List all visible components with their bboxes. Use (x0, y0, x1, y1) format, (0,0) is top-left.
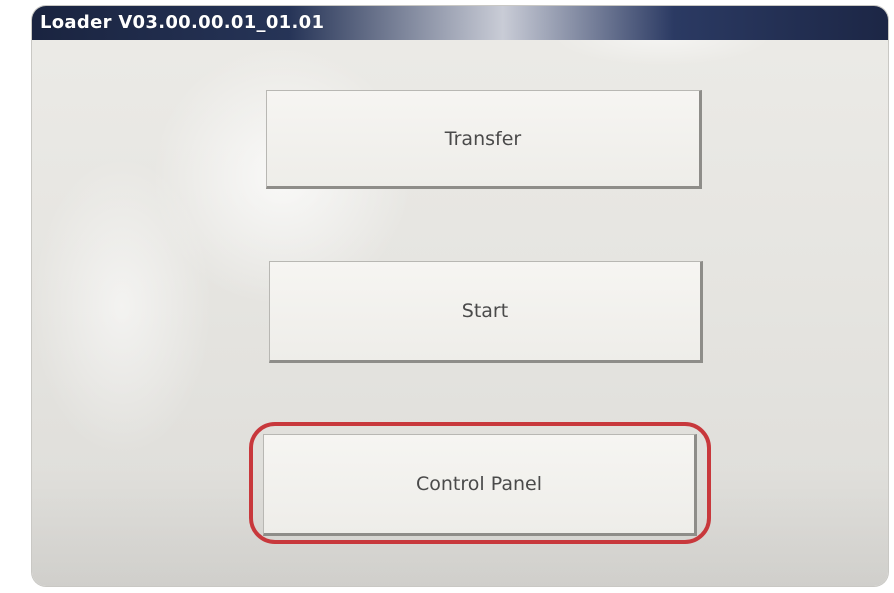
control-panel-button[interactable]: Control Panel (263, 434, 697, 536)
start-button[interactable]: Start (269, 261, 703, 363)
control-panel-button-label: Control Panel (416, 473, 542, 495)
start-button-label: Start (461, 300, 509, 322)
screen-glare (32, 156, 212, 456)
transfer-button-label: Transfer (444, 127, 522, 150)
window-title: Loader V03.00.00.01_01.01 (32, 6, 888, 40)
transfer-button[interactable]: Transfer (266, 90, 702, 189)
loader-screen: Loader V03.00.00.01_01.01 Transfer Start… (32, 6, 888, 586)
